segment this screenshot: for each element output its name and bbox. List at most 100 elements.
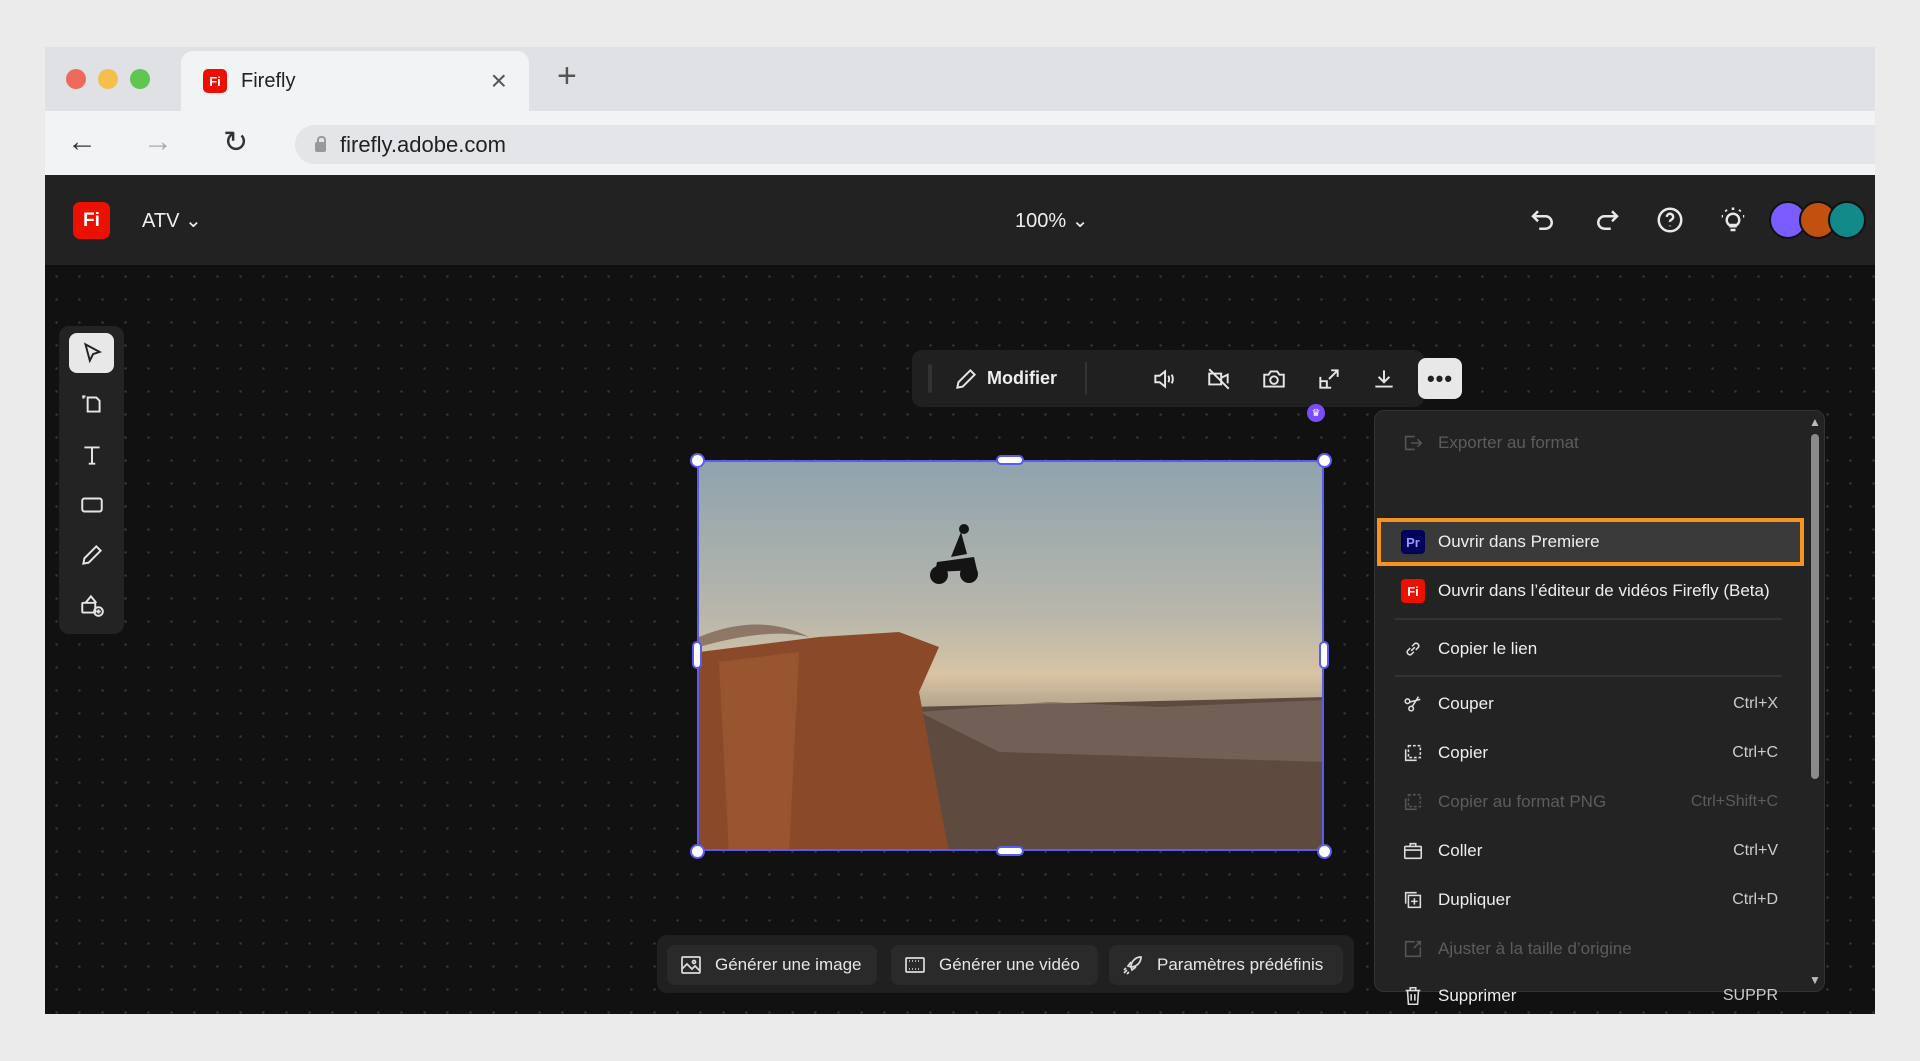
firefly-logo[interactable]: Fi: [73, 202, 110, 239]
firefly-icon: Fi: [1401, 579, 1425, 603]
select-tool[interactable]: [69, 333, 114, 373]
minimize-window-button[interactable]: [98, 69, 118, 89]
redo-icon[interactable]: [1590, 203, 1624, 237]
selected-video-frame[interactable]: [697, 460, 1324, 851]
upscale-icon[interactable]: [1309, 358, 1349, 399]
menu-item-export[interactable]: Exporter au format: [1375, 421, 1785, 465]
back-icon[interactable]: ←: [67, 125, 97, 159]
shortcut: Ctrl+Shift+C: [1690, 793, 1778, 810]
shortcut: Ctrl+C: [1732, 744, 1778, 761]
resize-handle[interactable]: [1317, 844, 1332, 859]
resize-handle[interactable]: [690, 844, 705, 859]
menu-separator: [1395, 675, 1782, 677]
modify-button[interactable]: Modifier: [950, 358, 1060, 399]
lightbulb-icon[interactable]: [1716, 203, 1750, 237]
shortcut: Ctrl+V: [1733, 842, 1778, 859]
menu-item-copy[interactable]: Copier Ctrl+C: [1375, 731, 1785, 775]
tab-title: Firefly: [241, 69, 296, 92]
copy-icon: [1400, 791, 1426, 813]
menu-separator: [1395, 618, 1782, 620]
clipboard-icon: [1400, 840, 1426, 862]
presets-label: Paramètres prédéfinis: [1157, 955, 1324, 974]
menu-item-duplicate[interactable]: Dupliquer Ctrl+D: [1375, 878, 1785, 922]
resize-handle[interactable]: [690, 453, 705, 468]
divider: [1085, 362, 1087, 395]
context-menu: Exporter au format Pr Ouvrir dans Premier…: [1374, 410, 1825, 1006]
shortcut: SUPPR: [1722, 987, 1778, 1004]
duplicate-icon: [1400, 889, 1426, 911]
film-icon: [905, 957, 925, 973]
browser-tab[interactable]: Fi Firefly ×: [181, 51, 529, 111]
address-bar[interactable]: firefly.adobe.com: [295, 125, 1875, 164]
resize-handle[interactable]: [996, 846, 1024, 856]
menu-item-label: Coller: [1438, 841, 1483, 860]
reload-icon[interactable]: ↻: [223, 125, 248, 160]
zoom-value: 100%: [1015, 210, 1067, 232]
text-tool[interactable]: [69, 435, 114, 475]
export-icon: [1400, 432, 1426, 454]
atv-jump-image: [699, 524, 1322, 849]
close-window-button[interactable]: [66, 69, 86, 89]
shortcut: Ctrl+X: [1733, 695, 1778, 712]
tool-panel: [59, 326, 124, 634]
zoom-select[interactable]: 100% ⌄: [1015, 208, 1088, 233]
generate-image-button[interactable]: Générer une image: [667, 945, 877, 985]
download-icon[interactable]: [1364, 358, 1404, 399]
menu-item-copy-png[interactable]: Copier au format PNG Ctrl+Shift+C: [1375, 780, 1785, 824]
drag-handle[interactable]: [928, 364, 932, 393]
video-off-icon[interactable]: [1199, 358, 1239, 399]
resize-icon: [1400, 938, 1426, 960]
context-toolbar: Modifier •••: [912, 350, 1462, 407]
generate-video-button[interactable]: Générer une vidéo: [891, 945, 1098, 985]
premiere-icon: Pr: [1401, 530, 1425, 554]
close-tab-icon[interactable]: ×: [491, 65, 507, 97]
add-image-tool[interactable]: [69, 585, 114, 625]
menu-item-open-premiere[interactable]: Pr Ouvrir dans Premiere: [1375, 520, 1785, 564]
help-icon[interactable]: [1653, 203, 1687, 237]
camera-icon[interactable]: [1254, 358, 1294, 399]
avatar[interactable]: [1828, 201, 1866, 239]
pencil-tool[interactable]: [69, 535, 114, 575]
resize-handle[interactable]: [692, 641, 702, 669]
menu-item-delete[interactable]: Supprimer SUPPR: [1375, 974, 1785, 1014]
menu-item-label: Supprimer: [1438, 986, 1517, 1005]
url-text: firefly.adobe.com: [340, 131, 506, 157]
menu-item-label: Dupliquer: [1438, 890, 1511, 909]
menu-item-paste[interactable]: Coller Ctrl+V: [1375, 829, 1785, 873]
scroll-up-icon[interactable]: ▲: [1809, 415, 1821, 429]
chevron-down-icon: ⌄: [1071, 210, 1089, 232]
image-icon: [681, 956, 701, 974]
modify-label: Modifier: [987, 368, 1057, 388]
premium-crown-icon: ♛: [1307, 404, 1325, 422]
rocket-icon: [1123, 956, 1142, 975]
scroll-down-icon[interactable]: ▼: [1809, 973, 1821, 987]
browser-window: Fi Firefly × + ← → ↻ firefly.adobe.com F…: [45, 47, 1875, 1014]
audio-icon[interactable]: [1144, 358, 1184, 399]
resize-handle[interactable]: [1319, 641, 1329, 669]
resize-handle[interactable]: [996, 455, 1024, 465]
artboard-tool[interactable]: [69, 384, 114, 424]
undo-icon[interactable]: [1526, 203, 1560, 237]
pencil-icon: [956, 368, 977, 389]
menu-item-label: Copier au format PNG: [1438, 792, 1607, 811]
generate-image-label: Générer une image: [715, 955, 862, 974]
menu-item-label: Ajuster à la taille d’origine: [1438, 939, 1632, 958]
presets-button[interactable]: Paramètres prédéfinis: [1109, 945, 1343, 985]
project-menu[interactable]: ATV ⌄: [142, 208, 202, 233]
forward-icon[interactable]: →: [143, 125, 173, 159]
scrollbar-thumb[interactable]: [1811, 434, 1819, 779]
menu-item-fit-original[interactable]: Ajuster à la taille d’origine: [1375, 927, 1785, 971]
tab-favicon: Fi: [203, 69, 227, 93]
scissors-icon: [1400, 693, 1426, 715]
menu-item-cut[interactable]: Couper Ctrl+X: [1375, 682, 1785, 726]
new-tab-icon[interactable]: +: [557, 57, 577, 96]
maximize-window-button[interactable]: [130, 69, 150, 89]
menu-item-open-firefly-editor[interactable]: Fi Ouvrir dans l’éditeur de vidéos Firefl…: [1375, 569, 1785, 613]
menu-item-label: Ouvrir dans l’éditeur de vidéos Firefly …: [1438, 581, 1770, 600]
address-row: ← → ↻ firefly.adobe.com: [45, 111, 1875, 175]
menu-item-copy-link[interactable]: Copier le lien: [1375, 627, 1785, 671]
more-options-button[interactable]: •••: [1418, 358, 1462, 399]
resize-handle[interactable]: [1317, 453, 1332, 468]
menu-item-label: Copier: [1438, 743, 1489, 762]
shape-tool[interactable]: [69, 485, 114, 525]
